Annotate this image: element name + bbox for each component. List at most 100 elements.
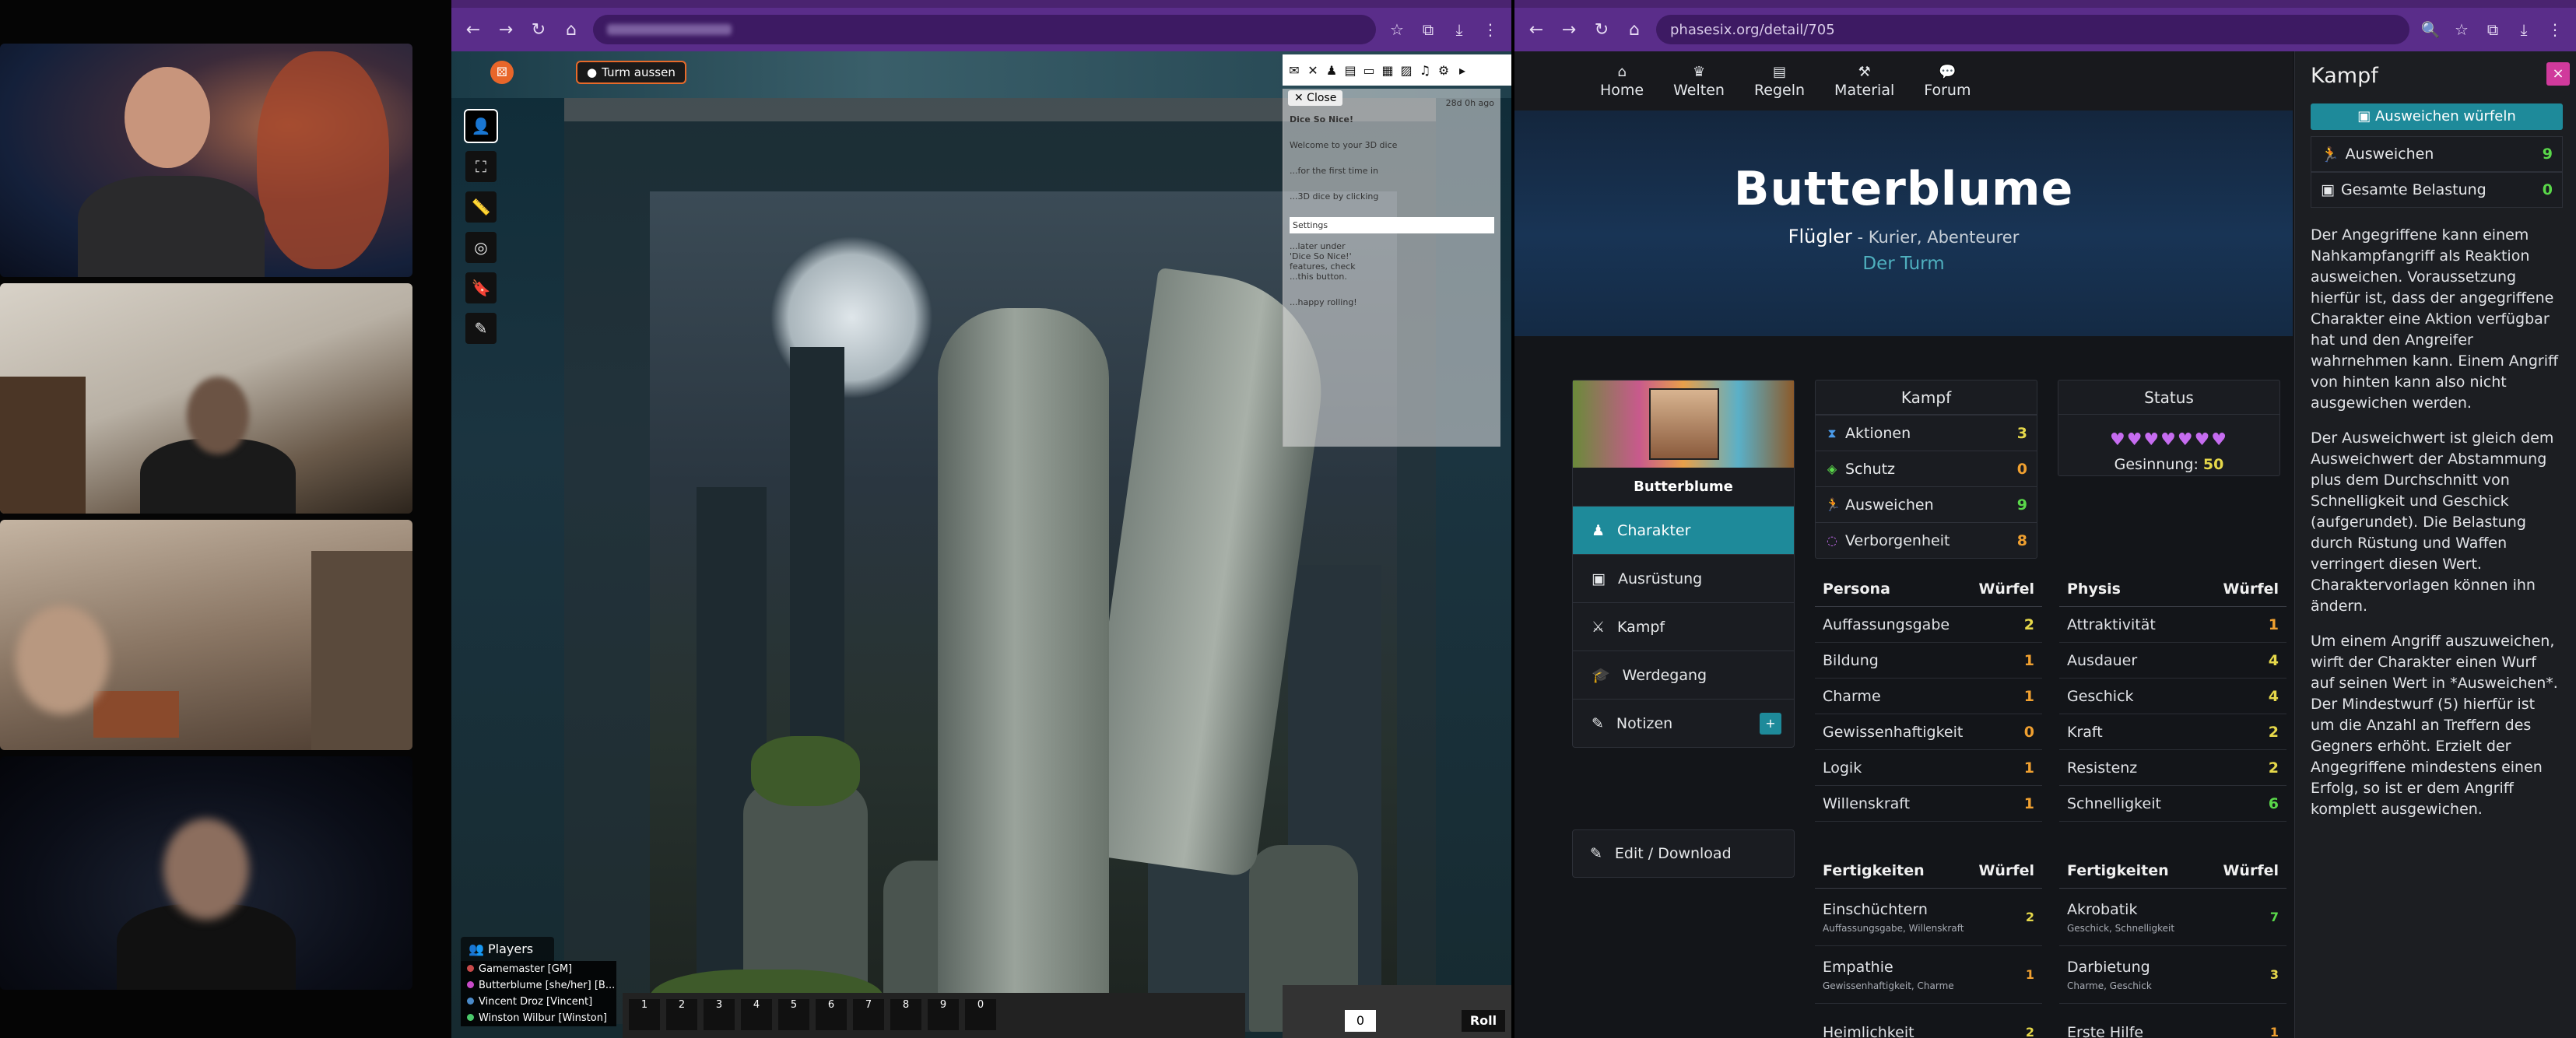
stat-row-aktionen[interactable]: ⧗ Aktionen 3 <box>1816 415 2037 451</box>
macro-slot[interactable]: 5 <box>778 999 809 1030</box>
stat-row-ausweichen[interactable]: 🏃 Ausweichen 9 <box>1816 486 2037 522</box>
edit-download-button[interactable]: ✎ Edit / Download <box>1572 829 1795 878</box>
nav-home[interactable]: ⌂ Home <box>1600 64 1644 99</box>
macro-slot[interactable]: 0 <box>965 999 996 1030</box>
menu-werdegang[interactable]: 🎓 Werdegang <box>1573 651 1794 699</box>
download-icon[interactable]: ⤓ <box>2514 20 2534 39</box>
player-icon[interactable]: ♟ <box>1325 63 1339 78</box>
video-tile-4[interactable] <box>0 756 412 990</box>
back-icon[interactable]: ← <box>462 20 484 40</box>
roll-button[interactable]: Roll <box>1462 1010 1505 1032</box>
chat-icon[interactable]: ✉ <box>1287 63 1301 78</box>
home-icon[interactable]: ⌂ <box>1623 20 1645 40</box>
close-panel-button[interactable]: × <box>2546 62 2570 86</box>
forward-icon[interactable]: → <box>1558 20 1580 40</box>
close-icon[interactable]: ✕ <box>1306 63 1320 78</box>
player-name: Winston Wilbur [Winston] <box>479 1012 608 1024</box>
compendium-icon[interactable]: ▭ <box>1362 63 1376 78</box>
extension-icon[interactable]: ⧉ <box>2483 20 2503 39</box>
player-row[interactable]: Vincent Droz [Vincent] <box>461 994 616 1010</box>
settings-icon[interactable]: ⚙ <box>1437 63 1451 78</box>
nav-forum[interactable]: 💬 Forum <box>1924 64 1971 99</box>
more-icon[interactable]: ▸ <box>1455 63 1469 78</box>
back-icon[interactable]: ← <box>1525 20 1547 40</box>
background-art <box>257 51 389 269</box>
world-link[interactable]: Der Turm <box>1514 254 2293 274</box>
star-icon[interactable]: ☆ <box>2451 20 2472 39</box>
zoom-icon[interactable]: 🔍 <box>2420 20 2441 39</box>
music-icon[interactable]: ♫ <box>1418 63 1432 78</box>
table-row[interactable]: Empathie Gewissenhaftigkeit, Charme 1 <box>1815 946 2042 1004</box>
menu-icon[interactable]: ⋮ <box>1480 20 1500 39</box>
roll20-logo-icon[interactable]: ⚄ <box>490 61 514 84</box>
table-row[interactable]: Akrobatik Geschick, Schnelligkeit 7 <box>2059 889 2286 946</box>
bookmark-icon[interactable]: 🔖 <box>465 272 497 303</box>
journal-icon[interactable]: ▤ <box>1343 63 1357 78</box>
stat-row-verborgenheit[interactable]: ◌ Verborgenheit 8 <box>1816 522 2037 558</box>
macro-slot[interactable]: 8 <box>890 999 921 1030</box>
macro-slot[interactable]: 9 <box>928 999 959 1030</box>
macro-slot[interactable]: 7 <box>853 999 884 1030</box>
target-icon[interactable]: ◎ <box>465 232 497 263</box>
table-row[interactable]: Willenskraft 1 <box>1815 786 2042 822</box>
stat-label: Aktionen <box>1845 424 1911 442</box>
player-row[interactable]: Winston Wilbur [Winston] <box>461 1010 616 1026</box>
select-tool-icon[interactable]: 👤 <box>464 109 498 143</box>
dice-count-input[interactable]: 0 <box>1345 1010 1376 1032</box>
ruler-icon[interactable]: 📏 <box>465 191 497 223</box>
player-row[interactable]: Butterblume [she/her] [B... <box>461 977 616 994</box>
macro-slot[interactable]: 3 <box>704 999 735 1030</box>
players-header[interactable]: 👥 Players <box>461 937 554 961</box>
macro-slot[interactable]: 4 <box>741 999 772 1030</box>
measure-icon[interactable]: ✎ <box>465 313 497 344</box>
table-row[interactable]: Ausdauer 4 <box>2059 643 2286 679</box>
menu-icon[interactable]: ⋮ <box>2545 20 2565 39</box>
extension-icon[interactable]: ⧉ <box>1418 20 1438 39</box>
macro-slot[interactable]: 2 <box>666 999 697 1030</box>
page-tab[interactable]: ● Turm aussen <box>576 61 686 84</box>
table-row[interactable]: Geschick 4 <box>2059 679 2286 714</box>
table-row[interactable]: Schnelligkeit 6 <box>2059 786 2286 822</box>
nav-regeln[interactable]: ▤ Regeln <box>1754 64 1805 99</box>
nav-welten[interactable]: ♛ Welten <box>1673 64 1725 99</box>
player-row[interactable]: Gamemaster [GM] <box>461 961 616 977</box>
table-row[interactable]: Einschüchtern Auffassungsgabe, Willenskra… <box>1815 889 2042 946</box>
video-tile-3[interactable] <box>0 520 412 750</box>
close-button[interactable]: ✕ Close <box>1288 90 1343 106</box>
table-row[interactable]: Resistenz 2 <box>2059 750 2286 786</box>
table-row[interactable]: Erste Hilfe 1 <box>2059 1004 2286 1038</box>
fullscreen-icon[interactable]: ⛶ <box>465 151 497 182</box>
table-row[interactable]: Auffassungsgabe 2 <box>1815 607 2042 643</box>
table-row[interactable]: Heimlichkeit 2 <box>1815 1004 2042 1038</box>
deck-icon[interactable]: ▦ <box>1381 63 1395 78</box>
table-row[interactable]: Kraft 2 <box>2059 714 2286 750</box>
roll20-tabletop[interactable]: ⚄ ● Turm aussen 👤 ⛶ 📏 ◎ 🔖 ✎ ✉ ✕ ♟ ▤ ▭ ▦ ▨ ♫… <box>451 51 1511 1038</box>
menu-ausruestung[interactable]: ▣ Ausrüstung <box>1573 554 1794 602</box>
image-icon[interactable]: ▨ <box>1399 63 1413 78</box>
home-icon[interactable]: ⌂ <box>560 20 582 40</box>
menu-kampf[interactable]: ⚔ Kampf <box>1573 602 1794 651</box>
table-row[interactable]: Bildung 1 <box>1815 643 2042 679</box>
download-icon[interactable]: ⤓ <box>1449 20 1469 39</box>
macro-slot[interactable]: 1 <box>629 999 660 1030</box>
url-field[interactable] <box>593 15 1376 44</box>
macro-slot[interactable]: 6 <box>816 999 847 1030</box>
nav-material[interactable]: ⚒ Material <box>1834 64 1894 99</box>
reload-icon[interactable]: ↻ <box>1591 20 1613 40</box>
stat-row-schutz[interactable]: ◈ Schutz 0 <box>1816 451 2037 486</box>
table-row[interactable]: Charme 1 <box>1815 679 2042 714</box>
table-row[interactable]: Logik 1 <box>1815 750 2042 786</box>
add-note-button[interactable]: + <box>1760 712 1781 735</box>
star-icon[interactable]: ☆ <box>1387 20 1407 39</box>
url-field[interactable]: phasesix.org/detail/705 <box>1656 15 2409 44</box>
reload-icon[interactable]: ↻ <box>528 20 549 40</box>
table-row[interactable]: Gewissenhaftigkeit 0 <box>1815 714 2042 750</box>
table-row[interactable]: Darbietung Charme, Geschick 3 <box>2059 946 2286 1004</box>
video-tile-1[interactable] <box>0 44 412 277</box>
forward-icon[interactable]: → <box>495 20 517 40</box>
menu-charakter[interactable]: ♟ Charakter <box>1573 506 1794 554</box>
video-tile-2[interactable] <box>0 283 412 514</box>
ausweichen-wuerfeln-button[interactable]: ▣ Ausweichen würfeln <box>2311 103 2563 130</box>
menu-notizen[interactable]: ✎ Notizen + <box>1573 699 1794 747</box>
table-row[interactable]: Attraktivität 1 <box>2059 607 2286 643</box>
